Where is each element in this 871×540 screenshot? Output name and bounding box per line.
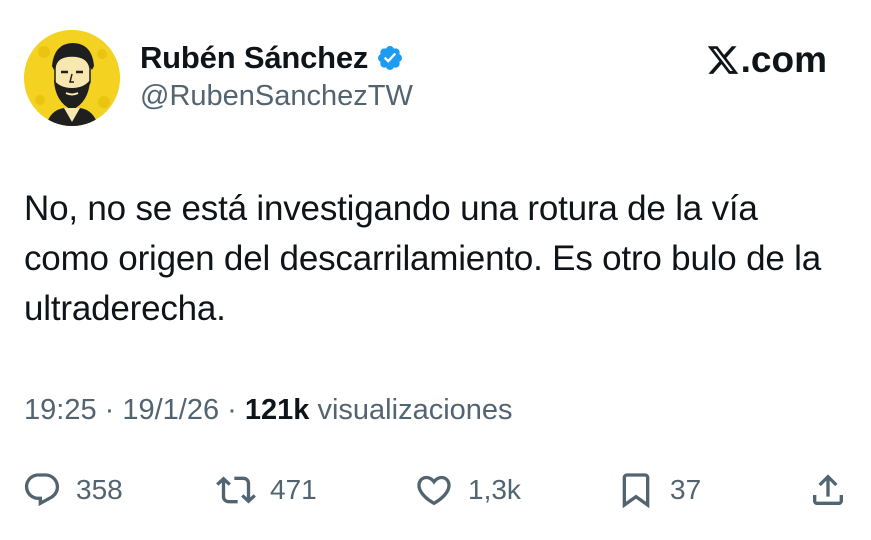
tweet-date[interactable]: 19/1/26 bbox=[122, 394, 219, 426]
reply-count: 358 bbox=[76, 474, 123, 505]
brand-domain-text: .com bbox=[740, 39, 827, 80]
bookmark-icon bbox=[616, 470, 656, 510]
tweet-text: No, no se está investigando una rotura d… bbox=[24, 189, 821, 328]
repost-button[interactable]: 471 bbox=[216, 468, 317, 512]
action-bar: 358 471 1,3k 37 bbox=[0, 468, 871, 512]
avatar[interactable] bbox=[24, 30, 120, 126]
like-count: 1,3k bbox=[468, 474, 521, 505]
bookmark-button[interactable]: 37 bbox=[616, 468, 701, 512]
tweet-time[interactable]: 19:25 bbox=[24, 394, 97, 426]
share-button[interactable] bbox=[808, 468, 848, 512]
display-name[interactable]: Rubén Sánchez bbox=[140, 40, 368, 76]
repost-count: 471 bbox=[270, 474, 317, 505]
heart-icon bbox=[414, 470, 454, 510]
meta-separator: · bbox=[219, 394, 245, 426]
share-icon bbox=[808, 470, 848, 510]
reply-icon bbox=[22, 470, 62, 510]
x-logo-icon bbox=[706, 43, 740, 77]
tweet-card: Rubén Sánchez @RubenSanchezTW .com No, n… bbox=[0, 0, 871, 540]
views-label: visualizaciones bbox=[309, 394, 513, 426]
author-handle[interactable]: @RubenSanchezTW bbox=[140, 80, 413, 113]
tweet-metadata: 19:25 · 19/1/26 · 121k visualizaciones bbox=[24, 394, 513, 427]
like-button[interactable]: 1,3k bbox=[414, 468, 521, 512]
brand-watermark: .com bbox=[706, 39, 827, 80]
bearded-man-avatar-icon bbox=[24, 30, 120, 126]
bookmark-count: 37 bbox=[670, 474, 702, 505]
reply-button[interactable]: 358 bbox=[22, 468, 123, 512]
repost-icon bbox=[216, 470, 256, 510]
views-count: 121k bbox=[244, 394, 310, 426]
author-name-row: Rubén Sánchez bbox=[140, 40, 404, 76]
meta-separator: · bbox=[96, 394, 123, 426]
verified-badge-icon[interactable] bbox=[376, 44, 404, 72]
